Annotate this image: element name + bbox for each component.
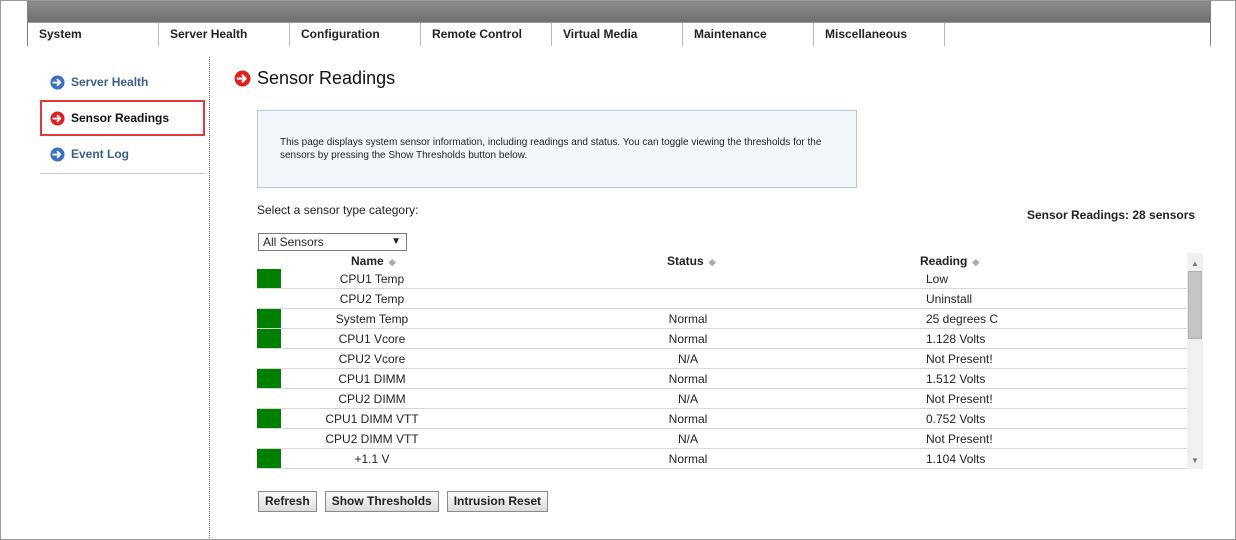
- page-title-text: Sensor Readings: [257, 68, 396, 88]
- cell-reading: 25 degrees C: [926, 312, 999, 326]
- cell-name: System Temp: [335, 312, 409, 326]
- status-indicator: [257, 269, 281, 288]
- cell-status: Normal: [668, 412, 708, 426]
- column-header-reading[interactable]: Reading ◆: [920, 254, 979, 268]
- table-scrollbar[interactable]: ▲ ▼: [1187, 253, 1203, 469]
- column-header-name[interactable]: Name ◆: [351, 254, 396, 268]
- cell-reading: 0.752 Volts: [926, 412, 986, 426]
- sort-icon: ◆: [972, 257, 980, 267]
- menu-configuration[interactable]: Configuration: [290, 23, 421, 46]
- cell-name: CPU1 DIMM VTT: [325, 412, 419, 426]
- status-indicator: [257, 369, 281, 388]
- menu-virtual-media[interactable]: Virtual Media: [552, 23, 683, 46]
- cell-status: Normal: [668, 372, 708, 386]
- sensor-category-dropdown[interactable]: All Sensors ▼: [258, 233, 407, 251]
- table-row[interactable]: System Temp Normal 25 degrees C: [257, 309, 1187, 329]
- cell-reading: Uninstall: [926, 292, 973, 306]
- sidebar-item-label: Server Health: [71, 75, 149, 89]
- menu-maintenance[interactable]: Maintenance: [683, 23, 814, 46]
- column-header-label: Status: [667, 254, 704, 268]
- cell-name: +1.1 V: [354, 452, 390, 466]
- sidebar-item-label: Sensor Readings: [71, 111, 170, 125]
- menu-system[interactable]: System: [28, 23, 159, 46]
- sidebar-item-label: Event Log: [71, 147, 130, 161]
- menu-remote-control[interactable]: Remote Control: [421, 23, 552, 46]
- sidebar-separator: [209, 57, 210, 540]
- cell-status: N/A: [677, 432, 698, 446]
- cell-name: CPU2 Vcore: [338, 352, 406, 366]
- sidebar-item-server-health[interactable]: Server Health: [40, 64, 205, 100]
- table-row[interactable]: CPU1 DIMM Normal 1.512 Volts: [257, 369, 1187, 389]
- intrusion-reset-button[interactable]: Intrusion Reset: [446, 491, 549, 512]
- cell-name: CPU1 Temp: [339, 272, 405, 286]
- scroll-down-arrow-icon[interactable]: ▼: [1187, 453, 1203, 469]
- status-indicator: [257, 409, 281, 428]
- arrow-circle-blue-icon: [50, 75, 65, 90]
- table-row[interactable]: +1.1 V Normal 1.104 Volts: [257, 449, 1187, 469]
- cell-reading: Not Present!: [926, 432, 993, 446]
- dropdown-value: All Sensors: [263, 235, 324, 249]
- column-header-status[interactable]: Status ◆: [667, 254, 716, 268]
- info-box: This page displays system sensor informa…: [257, 110, 857, 188]
- show-thresholds-button[interactable]: Show Thresholds: [324, 491, 439, 512]
- scroll-thumb[interactable]: [1188, 271, 1202, 339]
- sidebar: Server Health Sensor Readings Event Log: [40, 64, 205, 174]
- cell-reading: Not Present!: [926, 352, 993, 366]
- cell-reading: Low: [926, 272, 949, 286]
- cell-status: Normal: [668, 312, 708, 326]
- cell-name: CPU1 DIMM: [338, 372, 406, 386]
- table-row[interactable]: CPU1 Vcore Normal 1.128 Volts: [257, 329, 1187, 349]
- menu-miscellaneous[interactable]: Miscellaneous: [814, 23, 945, 46]
- sidebar-item-event-log[interactable]: Event Log: [40, 136, 205, 172]
- cell-status: Normal: [668, 332, 708, 346]
- sort-icon: ◆: [388, 257, 396, 267]
- category-select-label: Select a sensor type category:: [257, 203, 419, 217]
- refresh-button[interactable]: Refresh: [258, 491, 317, 512]
- status-indicator: [257, 449, 281, 468]
- cell-reading: Not Present!: [926, 392, 993, 406]
- page-title: Sensor Readings: [234, 68, 395, 89]
- menu-server-health[interactable]: Server Health: [159, 23, 290, 46]
- status-indicator: [257, 329, 281, 348]
- top-navigation: System Server Health Configuration Remot…: [27, 1, 1211, 46]
- arrow-circle-red-icon: [234, 70, 251, 87]
- table-header: Name ◆ Status ◆ Reading ◆: [257, 253, 1187, 269]
- cell-reading: 1.128 Volts: [926, 332, 986, 346]
- arrow-circle-red-icon: [50, 111, 65, 126]
- sensor-table: Name ◆ Status ◆ Reading ◆ CPU1 Temp Low CPU…: [257, 253, 1203, 469]
- column-header-label: Reading: [920, 254, 968, 268]
- cell-reading: 1.512 Volts: [926, 372, 986, 386]
- sidebar-divider: [40, 173, 205, 174]
- sensor-count-label: Sensor Readings: 28 sensors: [1027, 208, 1196, 222]
- cell-reading: 1.104 Volts: [926, 452, 986, 466]
- table-row[interactable]: CPU2 DIMM N/A Not Present!: [257, 389, 1187, 409]
- table-row[interactable]: CPU2 DIMM VTT N/A Not Present!: [257, 429, 1187, 449]
- table-row[interactable]: CPU2 Vcore N/A Not Present!: [257, 349, 1187, 369]
- table-row[interactable]: CPU2 Temp Uninstall: [257, 289, 1187, 309]
- table-row[interactable]: CPU1 DIMM VTT Normal 0.752 Volts: [257, 409, 1187, 429]
- cell-name: CPU1 Vcore: [338, 332, 406, 346]
- cell-status: N/A: [677, 352, 698, 366]
- cell-status: Normal: [668, 452, 708, 466]
- cell-name: CPU2 DIMM VTT: [325, 432, 419, 446]
- arrow-circle-blue-icon: [50, 147, 65, 162]
- sidebar-item-sensor-readings[interactable]: Sensor Readings: [40, 100, 205, 136]
- sort-icon: ◆: [708, 257, 716, 267]
- cell-name: CPU2 Temp: [339, 292, 405, 306]
- header-banner: [28, 2, 1210, 22]
- cell-name: CPU2 DIMM: [338, 392, 406, 406]
- cell-status: N/A: [677, 392, 698, 406]
- scroll-up-arrow-icon[interactable]: ▲: [1187, 256, 1203, 272]
- column-header-label: Name: [351, 254, 384, 268]
- main-menu: System Server Health Configuration Remot…: [28, 22, 1210, 46]
- status-indicator: [257, 309, 281, 328]
- dropdown-arrow-icon: ▼: [391, 236, 401, 247]
- table-row[interactable]: CPU1 Temp Low: [257, 269, 1187, 289]
- action-buttons: Refresh Show Thresholds Intrusion Reset: [258, 491, 549, 512]
